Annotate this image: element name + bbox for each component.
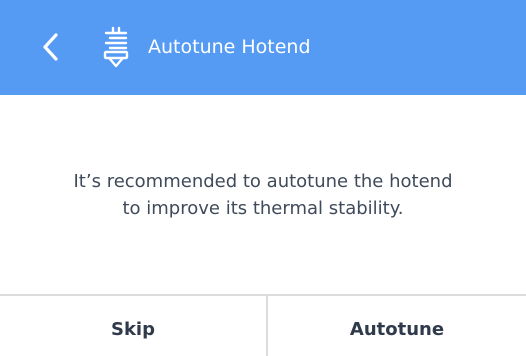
- page-title: Autotune Hotend: [148, 36, 311, 58]
- chevron-left-icon: [43, 33, 58, 61]
- back-button[interactable]: [28, 24, 74, 70]
- autotune-button[interactable]: Autotune: [268, 296, 526, 356]
- hotend-nozzle-icon: [103, 26, 129, 68]
- message-line-1: It’s recommended to autotune the hotend: [73, 171, 453, 192]
- header-bar: Autotune Hotend: [0, 0, 526, 95]
- autotune-recommendation-message: It’s recommended to autotune the hotend …: [28, 168, 498, 222]
- autotune-hotend-screen: Autotune Hotend It’s recommended to auto…: [0, 0, 526, 356]
- footer-actions: Skip Autotune: [0, 294, 526, 356]
- message-line-2: to improve its thermal stability.: [122, 198, 404, 219]
- skip-button[interactable]: Skip: [0, 296, 268, 356]
- message-area: It’s recommended to autotune the hotend …: [0, 95, 526, 295]
